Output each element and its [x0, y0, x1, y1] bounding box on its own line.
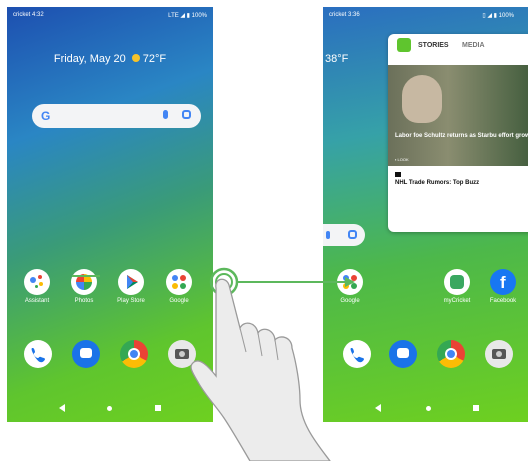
- pointing-hand-icon: [190, 278, 331, 461]
